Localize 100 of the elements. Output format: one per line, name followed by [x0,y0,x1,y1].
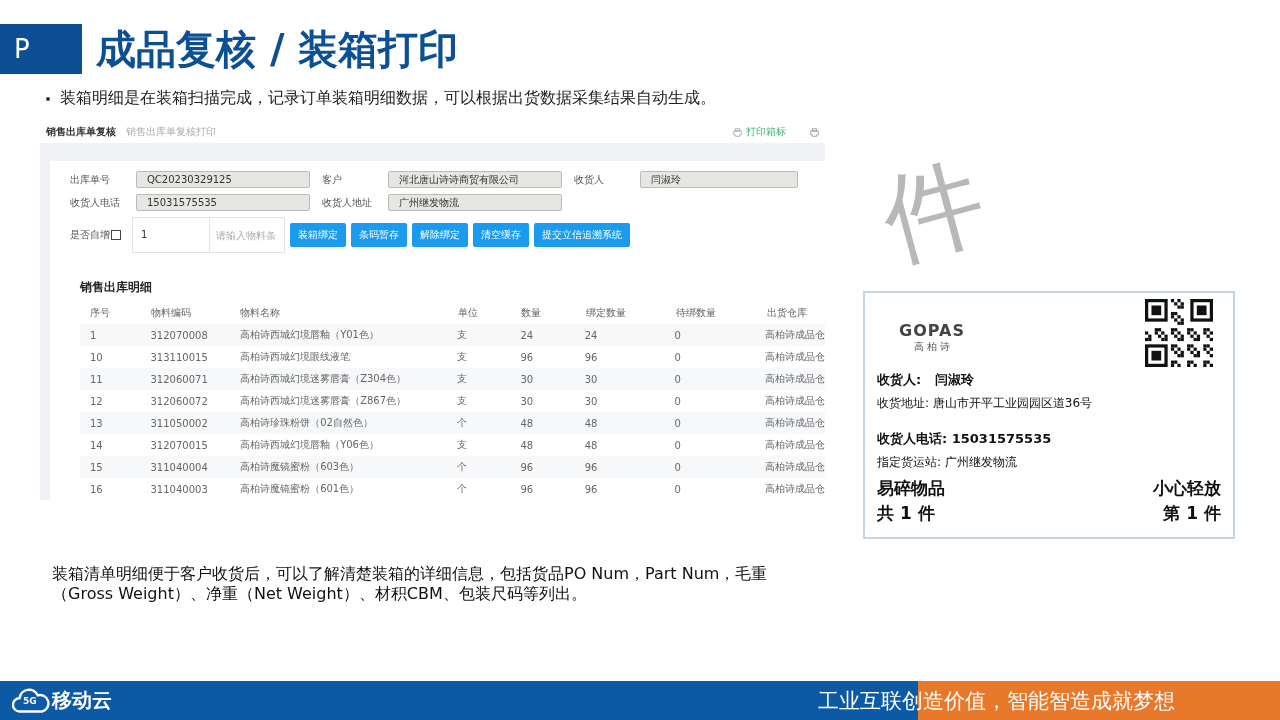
quantity-field[interactable]: 1 [132,217,210,253]
table-cell-text: 高柏诗魔镜蜜粉（603色） [239,460,361,474]
table-cell-text: 高柏诗西城幻境唇釉（Y01色） [239,328,380,342]
table-cell-text: 0 [673,329,682,341]
input-field[interactable]: 闫淑玲 [640,171,798,188]
table-cell-text: 支 [455,372,468,386]
table-cell-text: 312060071 [149,373,209,385]
breadcrumb[interactable]: 销售出库单复核打印 [126,125,216,139]
action-button[interactable]: 条码暂存 [351,223,407,247]
table-cell-text: 高柏诗珍珠粉饼（02自然色） [239,416,374,430]
table-cell-text: 高柏诗成品仓 [764,438,825,452]
table-cell-text: 个 [455,482,468,496]
table-cell-text: 个 [455,460,468,474]
input-field[interactable]: 15031575535 [136,194,310,211]
table-cell-text: 30 [519,395,535,407]
table-cell-text: 312070015 [149,439,209,451]
recipient-label: 收货人: [877,371,922,389]
table-cell-text: 0 [673,373,682,385]
brand-logo-text: GOPAS [899,321,965,340]
input-field[interactable]: 河北唐山诗诗商贸有限公司 [388,171,562,188]
table-cell-text: 13 [89,417,104,429]
column-header: 出货仓库 [765,306,808,320]
table-cell-text: 16 [89,483,104,495]
table-cell-text: 高柏诗成品仓 [764,328,825,342]
field-label: 出库单号 [70,172,111,187]
table-cell-text: 0 [673,439,682,451]
table-cell-text: 0 [673,461,682,473]
box-total-text: 共 1 件 [877,502,935,525]
table-cell-text: 24 [519,329,535,341]
logo-text: 移动云 [52,687,112,714]
field-label: 客户 [322,172,343,187]
table-cell-text: 高柏诗成品仓 [764,416,825,430]
table-cell-text: 30 [519,373,535,385]
column-header: 序号 [89,306,111,320]
action-button[interactable]: 提交立信追溯系统 [534,223,630,247]
print-label-button[interactable]: 打印箱标 [733,125,786,139]
table-cell-text: 313110015 [149,351,209,363]
table-cell-text: 311040004 [149,461,209,473]
column-header: 数量 [520,306,543,320]
table-cell-text: 14 [89,439,104,451]
table-cell-text: 高柏诗成品仓 [764,460,825,474]
table-cell-text: 312070008 [149,329,209,341]
input-field[interactable]: 广州继发物流 [388,194,562,211]
table-cell-text: 96 [519,461,535,473]
table-cell-text: 0 [673,395,682,407]
checkbox-label: 是否自增 [70,228,110,242]
table-cell-text: 12 [89,395,104,407]
table-cell-text: 高柏诗成品仓 [764,394,825,408]
table-cell-text: 48 [583,439,599,451]
table-cell-text: 支 [455,328,468,342]
table-cell-text: 支 [455,438,468,452]
fragile-text: 易碎物品 [877,477,945,500]
printer-icon [733,127,742,137]
input-field[interactable]: QC20230329125 [136,171,310,188]
table-cell-text: 高柏诗成品仓 [764,372,825,386]
slide-badge: P [0,24,82,74]
action-button[interactable]: 装箱绑定 [290,223,346,247]
checkbox[interactable] [111,230,121,240]
table-cell-text: 高柏诗成品仓 [764,482,825,496]
table-cell-text: 高柏诗魔镜蜜粉（601色） [239,482,361,496]
table-cell-text: 15 [89,461,104,473]
table-cell-text: 96 [583,461,599,473]
station-text: 指定货运站: 广州继发物流 [877,454,1018,471]
field-label: 收货人地址 [322,195,373,210]
table-cell-text: 支 [455,394,468,408]
decorative-character: 件 [871,149,995,273]
table-cell-text: 高柏诗西城幻境眼线液笔 [239,350,352,364]
qr-code-icon [1145,299,1213,367]
barcode-field[interactable]: 请输入物料条 [210,217,285,253]
brand-subtitle: 高 柏 诗 [913,340,951,354]
table-cell-text: 48 [519,439,535,451]
address-text: 收货地址: 唐山市开平工业园园区道36号 [877,395,1094,412]
box-index-text: 第 1 件 [1163,502,1221,525]
table-cell-text: 96 [583,483,599,495]
caption-text: 装箱清单明细便于客户收货后，可以了解清楚装箱的详细信息，包括货品PO Num，Part Num，毛重（Gross Weight）、净重（Net Weight）、材积CBM、包装尺码等列出。 [52,564,769,604]
action-button[interactable]: 解除绑定 [412,223,468,247]
field-label: 收货人电话 [70,195,121,210]
bullet-text: 装箱明细是在装箱扫描完成，记录订单装箱明细数据，可以根据出货数据采集结果自动生成。 [60,88,716,109]
table-cell-text: 312060072 [149,395,209,407]
action-button[interactable]: 清空缓存 [473,223,529,247]
field-label: 收货人 [574,172,605,187]
table-cell-text: 96 [519,483,535,495]
table-cell-text: 高柏诗西城幻境迷雾唇膏（Z304色） [239,372,408,386]
table-cell-text: 311050002 [149,417,209,429]
table-cell-text: 0 [673,351,682,363]
table-cell-text: 1 [89,329,98,341]
page-title: 销售出库单复核 [46,125,116,139]
cloud-icon [12,687,50,714]
table-cell-text: 10 [89,351,104,363]
table-cell-text: 高柏诗成品仓 [764,350,825,364]
table-cell-text: 96 [583,351,599,363]
handle-care-text: 小心轻放 [1153,477,1221,500]
table-cell-text: 48 [583,417,599,429]
table-cell-text: 0 [673,483,682,495]
table-cell-text: 高柏诗西城幻境迷雾唇膏（Z867色） [239,394,408,408]
recipient-name: 闫淑玲 [935,371,975,389]
table-cell-text: 48 [519,417,535,429]
table-cell-text: 96 [519,351,535,363]
table-cell-text: 11 [89,373,104,385]
column-header: 待绑数量 [674,306,717,320]
